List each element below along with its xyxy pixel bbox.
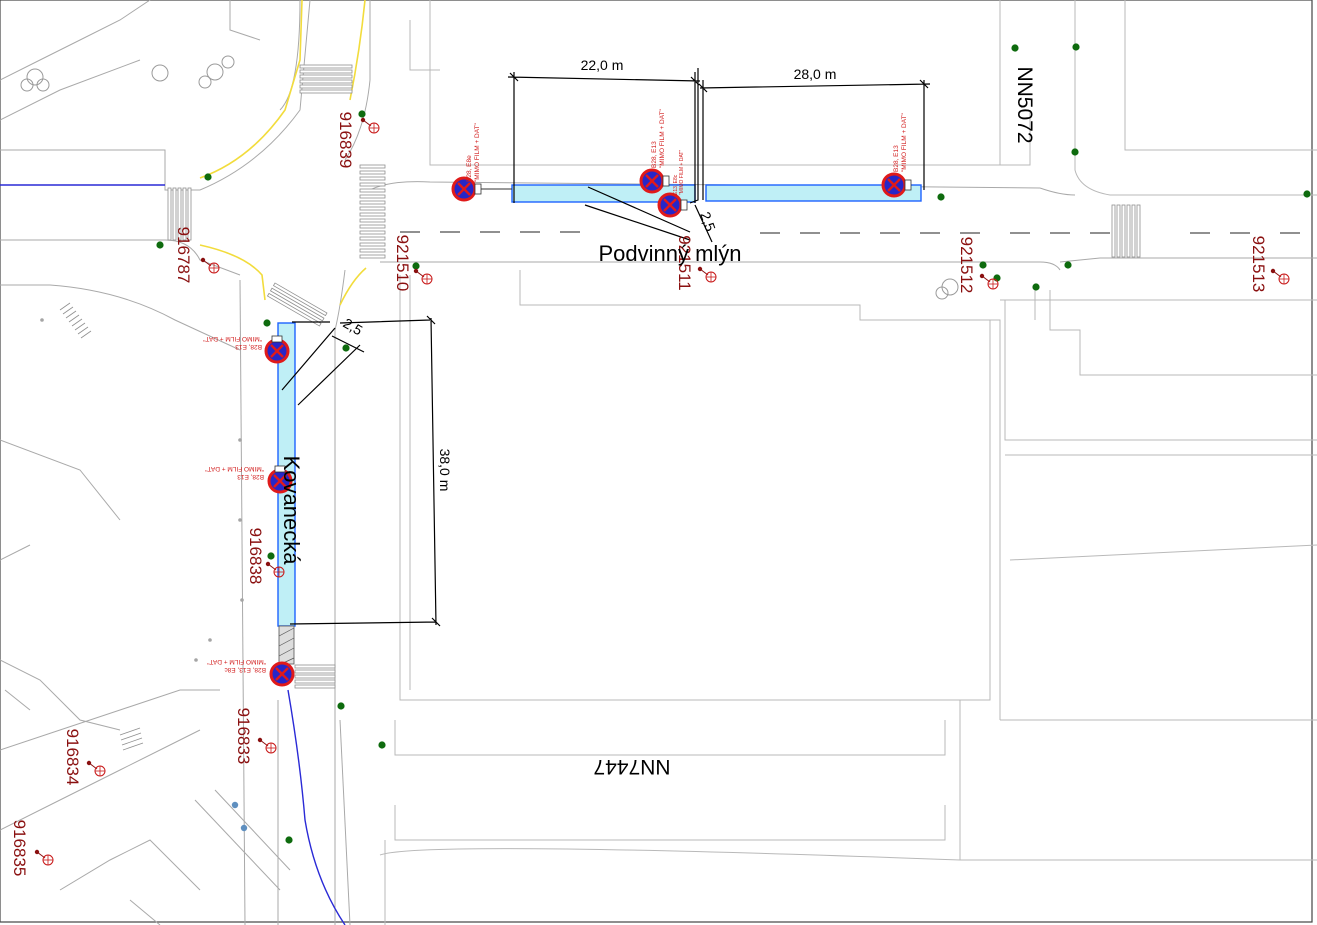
sign-6-note: B28, E13 "MIMO FILM + DAT" [204,465,264,480]
point-921510: 921510 [393,235,412,292]
svg-text:"MIMO FILM + DAT": "MIMO FILM + DAT" [679,150,685,195]
dim-top-right: 28,0 m [794,66,837,82]
svg-text:B28, E13: B28, E13 [235,343,262,350]
point-916838: 916838 [246,528,265,585]
sign-5-note: B28, E13 "MIMO FILM + DAT" [202,335,262,350]
point-916833: 916833 [234,708,253,765]
dim-small-b: 2,5 [341,315,366,339]
svg-text:"MIMO FILM + DAT": "MIMO FILM + DAT" [659,108,666,168]
svg-text:B28, E8e: B28, E8e [466,155,473,182]
svg-text:"MIMO FILM + DAT": "MIMO FILM + DAT" [206,658,266,665]
svg-text:B28, E13: B28, E13 [237,473,264,480]
page-frame [0,0,1313,923]
sign-3-note: E13, E8c "MIMO FILM + DAT" [673,150,685,195]
svg-text:"MIMO FILM + DAT": "MIMO FILM + DAT" [202,335,262,342]
dim-small-a: 2,5 [697,210,719,234]
area-nn7447: NN7447 [593,755,670,778]
trees [156,43,1311,844]
sign-1-note: B28, E8e "MIMO FILM + DAT" [466,122,481,182]
sign-7 [269,661,295,687]
sign-4-note: B28, E13 "MIMO FILM + DAT" [893,112,908,172]
area-nn5072: NN5072 [1013,66,1036,143]
svg-text:B28, E13: B28, E13 [651,141,658,168]
dim-left-vertical: 38,0 m [437,449,453,492]
point-921512: 921512 [957,237,976,294]
point-916835: 916835 [10,820,29,877]
point-916834: 916834 [63,729,82,786]
svg-text:B28, E13, E8c: B28, E13, E8c [224,666,266,673]
site-plan-map: 22,0 m 28,0 m 38,0 m 2,5 2,5 B28, E8e "M… [0,0,1317,925]
svg-text:"MIMO FILM + DAT": "MIMO FILM + DAT" [474,122,481,182]
svg-text:"MIMO FILM + DAT": "MIMO FILM + DAT" [901,112,908,172]
street-kovanecka: Kovanecká [279,456,304,566]
point-916787: 916787 [174,227,193,284]
sign-2-note: B28, E13 "MIMO FILM + DAT" [651,108,666,168]
sign-7-note: B28, E13, E8c "MIMO FILM + DAT" [206,658,266,673]
svg-text:B28, E13: B28, E13 [893,145,900,172]
dim-top-left: 22,0 m [581,57,624,73]
svg-text:"MIMO FILM + DAT": "MIMO FILM + DAT" [204,465,264,472]
dimension-lines: 22,0 m 28,0 m 38,0 m 2,5 2,5 [281,57,931,627]
street-podvinny-mlyn: Podvinný mlýn [598,241,741,266]
point-916839: 916839 [336,112,355,169]
road-centerline [400,231,1300,234]
sign-1 [451,176,512,202]
point-921513: 921513 [1249,236,1268,293]
